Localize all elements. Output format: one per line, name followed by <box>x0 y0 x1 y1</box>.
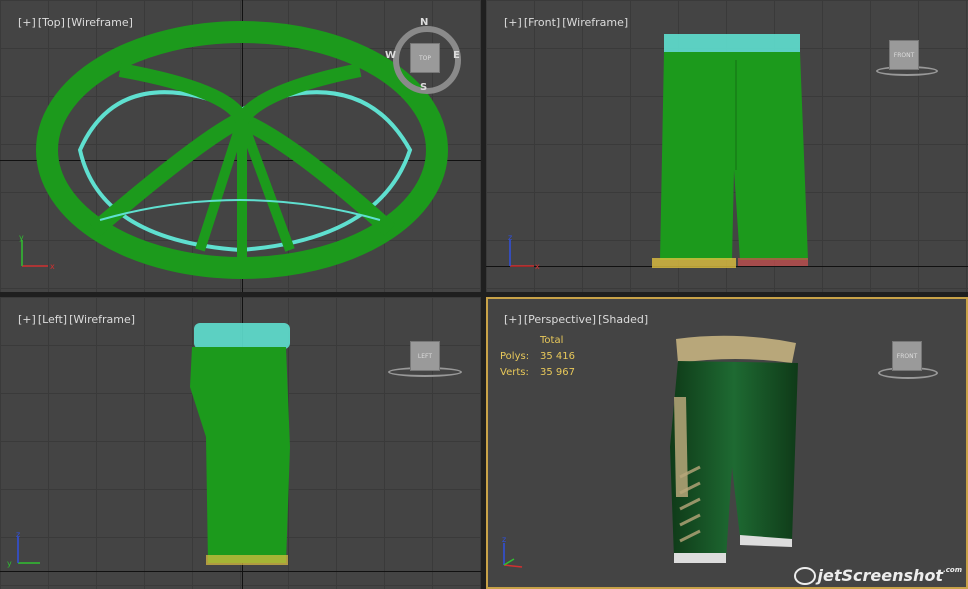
viewport-menu-plus[interactable]: [+] <box>504 16 522 29</box>
perspective-viewcube[interactable]: FRONT <box>878 337 940 383</box>
compass-n: N <box>420 17 429 28</box>
top-axis-tripod-icon: x y <box>19 233 55 271</box>
svg-text:z: z <box>502 535 506 544</box>
viewport-shading-mode[interactable]: [Shaded] <box>598 313 648 326</box>
svg-text:z: z <box>508 233 512 242</box>
watermark-text: jetScreenshot <box>817 565 944 585</box>
viewcube-left-face[interactable]: LEFT <box>410 341 440 371</box>
stats-verts-label: Verts: <box>500 367 529 378</box>
front-viewport-label[interactable]: [+] [Front] [Wireframe] <box>490 3 630 42</box>
svg-text:y: y <box>19 233 24 242</box>
perspective-viewport[interactable]: [+] [Perspective] [Shaded] Total Polys: 35 … <box>486 297 968 589</box>
viewport-point-of-view[interactable]: [Perspective] <box>524 313 596 326</box>
svg-text:z: z <box>16 530 20 539</box>
viewport-shading-mode[interactable]: [Wireframe] <box>562 16 628 29</box>
left-axis-tripod-icon: y z <box>7 530 40 568</box>
compass-e: E <box>453 50 460 61</box>
stats-header: Total <box>540 335 564 346</box>
stats-polys-label: Polys: <box>500 351 530 362</box>
viewport-menu-plus[interactable]: [+] <box>504 313 522 326</box>
viewport-point-of-view[interactable]: [Top] <box>38 16 65 29</box>
viewport-menu-plus[interactable]: [+] <box>18 16 36 29</box>
viewcube-perspective-face[interactable]: FRONT <box>892 341 922 371</box>
viewport-shading-mode[interactable]: [Wireframe] <box>67 16 133 29</box>
left-viewport[interactable]: [+] [Left] [Wireframe] LEFT y z <box>0 297 481 589</box>
svg-text:y: y <box>7 559 12 568</box>
watermark-suffix: .com <box>943 565 962 574</box>
viewport-point-of-view[interactable]: [Front] <box>524 16 560 29</box>
perspective-axis-tripod-icon: z <box>502 535 523 568</box>
viewport-point-of-view[interactable]: [Left] <box>38 313 67 326</box>
top-viewport[interactable]: [+] [Top] [Wireframe] TOP N S E W x y <box>0 0 481 292</box>
viewport-menu-plus[interactable]: [+] <box>18 313 36 326</box>
svg-text:x: x <box>535 262 540 271</box>
compass-s: S <box>420 82 428 93</box>
viewcube-front-face[interactable]: FRONT <box>889 40 919 70</box>
front-viewcube[interactable]: FRONT <box>874 38 938 78</box>
top-viewport-label[interactable]: [+] [Top] [Wireframe] <box>4 3 135 42</box>
left-viewcube[interactable]: LEFT <box>386 339 464 379</box>
stats-verts-value: 35 967 <box>540 367 575 378</box>
stats-polys-value: 35 416 <box>540 351 575 362</box>
front-viewport[interactable]: [+] [Front] [Wireframe] FRONT x z <box>486 0 968 292</box>
left-viewport-label[interactable]: [+] [Left] [Wireframe] <box>4 300 137 339</box>
front-axis-tripod-icon: x z <box>508 233 540 271</box>
svg-text:x: x <box>50 262 55 271</box>
jetscreenshot-watermark: jetScreenshot.com <box>793 565 962 585</box>
viewport-shading-mode[interactable]: [Wireframe] <box>69 313 135 326</box>
compass-w: W <box>385 50 397 61</box>
viewcube-top-face[interactable]: TOP <box>410 43 440 73</box>
camera-logo-icon <box>793 567 816 585</box>
statistics-overlay: Total Polys: 35 416 Verts: 35 967 <box>500 333 575 381</box>
viewcube-compass[interactable]: TOP N S E W <box>385 17 461 94</box>
